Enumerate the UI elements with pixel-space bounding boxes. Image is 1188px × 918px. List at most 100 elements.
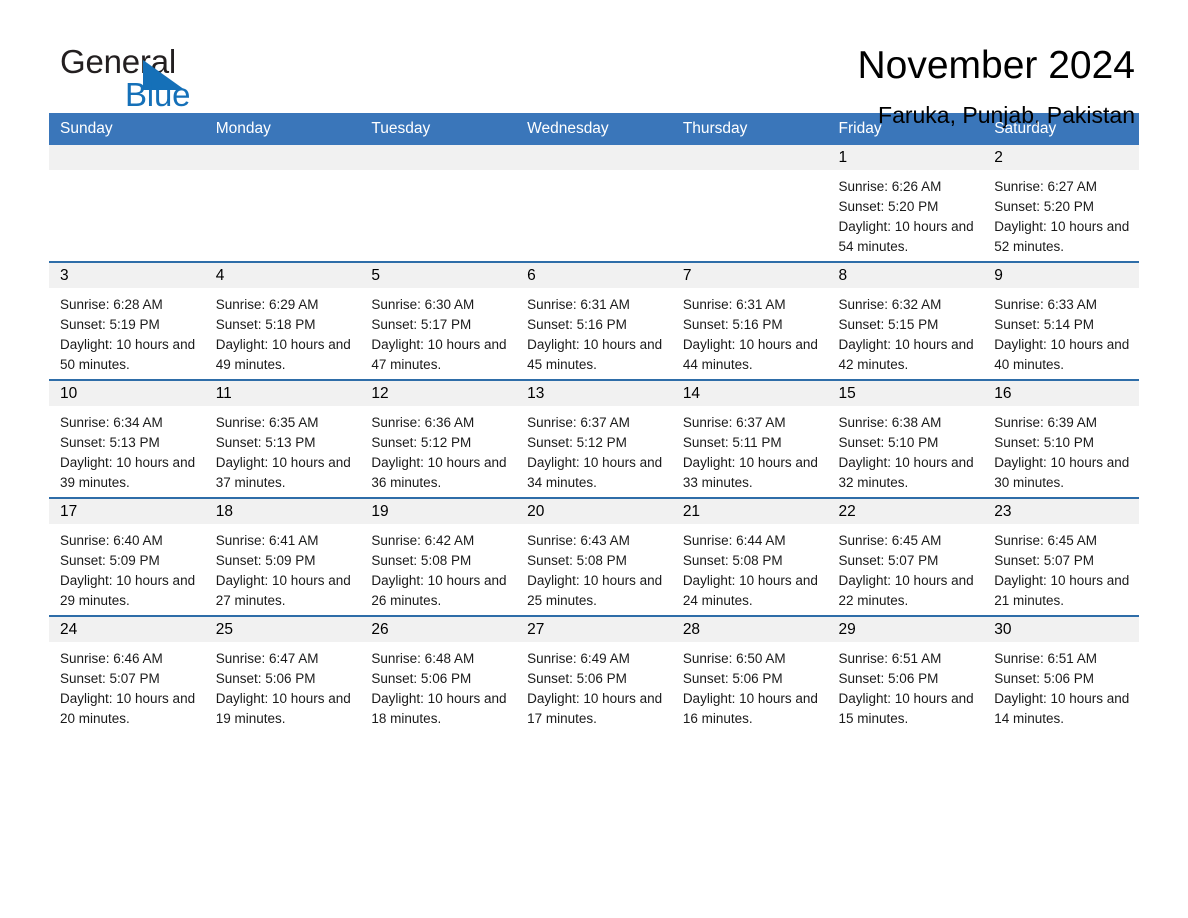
calendar-day-cell[interactable]: 6 Sunrise: 6:31 AM Sunset: 5:16 PM Daylight… [516, 261, 672, 380]
sunset-text: Sunset: 5:19 PM [60, 317, 160, 332]
sunrise-text: Sunrise: 6:40 AM [60, 533, 163, 548]
day-number: 22 [827, 499, 984, 524]
calendar-day-cell[interactable]: 3 Sunrise: 6:28 AM Sunset: 5:19 PM Daylight… [49, 261, 205, 380]
daylight-text: Daylight: 10 hours and 24 minutes. [682, 573, 818, 608]
calendar-day-cell[interactable]: 13 Sunrise: 6:37 AM Sunset: 5:12 PM Dayligh… [516, 379, 672, 498]
sunrise-text: Sunrise: 6:51 AM [838, 651, 942, 666]
day-number: 15 [827, 381, 984, 406]
calendar-day-cell[interactable]: 2 Sunrise: 6:27 AM Sunset: 5:20 PM Daylight… [983, 145, 1139, 262]
daylight-text: Daylight: 10 hours and 29 minutes. [60, 573, 196, 608]
day-details: Sunrise: 6:50 AM Sunset: 5:06 PM Daylight:… [672, 642, 828, 729]
calendar-day-cell[interactable]: 16 Sunrise: 6:39 AM Sunset: 5:10 PM Dayligh… [983, 379, 1139, 498]
page-header: General Blue November 2024 Faruka, Punja… [49, 0, 1139, 129]
sunset-text: Sunset: 5:08 PM [527, 553, 627, 568]
sunset-text: Sunset: 5:13 PM [60, 435, 160, 450]
calendar-day-cell[interactable]: 5 Sunrise: 6:30 AM Sunset: 5:17 PM Daylight… [360, 261, 517, 380]
generalblue-logo[interactable]: General Blue [49, 44, 249, 120]
day-details: Sunrise: 6:36 AM Sunset: 5:12 PM Daylight:… [360, 406, 516, 493]
daylight-text: Daylight: 10 hours and 16 minutes. [682, 691, 818, 726]
sunrise-text: Sunrise: 6:38 AM [838, 415, 942, 430]
sunrise-text: Sunrise: 6:35 AM [215, 415, 319, 430]
calendar-day-cell[interactable]: 14 Sunrise: 6:37 AM Sunset: 5:11 PM Dayligh… [671, 379, 828, 498]
daylight-text: Daylight: 10 hours and 50 minutes. [60, 337, 196, 372]
calendar-day-cell[interactable]: 25 Sunrise: 6:47 AM Sunset: 5:06 PM Dayligh… [204, 615, 361, 733]
calendar-day-cell[interactable]: 12 Sunrise: 6:36 AM Sunset: 5:12 PM Dayligh… [360, 379, 517, 498]
daylight-text: Daylight: 10 hours and 15 minutes. [838, 691, 974, 726]
daylight-text: Daylight: 10 hours and 33 minutes. [682, 455, 818, 490]
calendar-day-cell-empty [49, 145, 205, 262]
sunset-text: Sunset: 5:16 PM [682, 317, 783, 332]
day-number [204, 145, 361, 170]
day-details: Sunrise: 6:42 AM Sunset: 5:08 PM Daylight:… [360, 524, 516, 611]
sunrise-text: Sunrise: 6:43 AM [527, 533, 630, 548]
calendar-day-cell[interactable]: 23 Sunrise: 6:45 AM Sunset: 5:07 PM Dayligh… [983, 497, 1139, 616]
calendar-day-cell[interactable]: 21 Sunrise: 6:44 AM Sunset: 5:08 PM Dayligh… [671, 497, 828, 616]
day-details: Sunrise: 6:27 AM Sunset: 5:20 PM Daylight:… [983, 170, 1139, 257]
sunset-text: Sunset: 5:09 PM [215, 553, 316, 568]
day-number: 5 [360, 263, 517, 288]
day-number: 12 [360, 381, 517, 406]
calendar-day-cell[interactable]: 29 Sunrise: 6:51 AM Sunset: 5:06 PM Dayligh… [827, 615, 984, 733]
calendar-day-cell[interactable]: 4 Sunrise: 6:29 AM Sunset: 5:18 PM Daylight… [204, 261, 361, 380]
sunset-text: Sunset: 5:11 PM [682, 435, 782, 450]
daylight-text: Daylight: 10 hours and 39 minutes. [60, 455, 196, 490]
sunset-text: Sunset: 5:14 PM [994, 317, 1095, 332]
calendar-day-cell[interactable]: 17 Sunrise: 6:40 AM Sunset: 5:09 PM Dayligh… [49, 497, 205, 616]
sunrise-text: Sunrise: 6:37 AM [527, 415, 630, 430]
daylight-text: Daylight: 10 hours and 19 minutes. [215, 691, 351, 726]
day-details: Sunrise: 6:51 AM Sunset: 5:06 PM Daylight:… [983, 642, 1139, 729]
calendar-day-cell[interactable]: 7 Sunrise: 6:31 AM Sunset: 5:16 PM Daylight… [671, 261, 828, 380]
day-details: Sunrise: 6:40 AM Sunset: 5:09 PM Daylight:… [49, 524, 205, 611]
day-number: 28 [671, 617, 828, 642]
daylight-text: Daylight: 10 hours and 45 minutes. [527, 337, 663, 372]
calendar-day-cell[interactable]: 30 Sunrise: 6:51 AM Sunset: 5:06 PM Dayligh… [983, 615, 1139, 733]
calendar-day-cell-empty [204, 145, 361, 262]
sunrise-text: Sunrise: 6:45 AM [994, 533, 1098, 548]
day-details: Sunrise: 6:37 AM Sunset: 5:11 PM Daylight:… [672, 406, 828, 493]
day-details: Sunrise: 6:33 AM Sunset: 5:14 PM Daylight:… [983, 288, 1139, 375]
calendar-day-cell[interactable]: 9 Sunrise: 6:33 AM Sunset: 5:14 PM Daylight… [983, 261, 1139, 380]
day-number: 26 [360, 617, 517, 642]
daylight-text: Daylight: 10 hours and 42 minutes. [838, 337, 974, 372]
calendar-day-cell[interactable]: 27 Sunrise: 6:49 AM Sunset: 5:06 PM Dayligh… [516, 615, 672, 733]
calendar-day-cell[interactable]: 19 Sunrise: 6:42 AM Sunset: 5:08 PM Dayligh… [360, 497, 517, 616]
calendar-day-cell[interactable]: 10 Sunrise: 6:34 AM Sunset: 5:13 PM Dayligh… [49, 379, 205, 498]
day-number [49, 145, 205, 170]
calendar-day-cell[interactable]: 22 Sunrise: 6:45 AM Sunset: 5:07 PM Dayligh… [827, 497, 984, 616]
calendar-day-cell[interactable]: 1 Sunrise: 6:26 AM Sunset: 5:20 PM Daylight… [827, 145, 984, 262]
daylight-text: Daylight: 10 hours and 37 minutes. [215, 455, 351, 490]
day-number: 24 [49, 617, 205, 642]
calendar-day-cell[interactable]: 8 Sunrise: 6:32 AM Sunset: 5:15 PM Daylight… [827, 261, 984, 380]
sunrise-sunset-calendar: Sunday Monday Tuesday Wednesday Thursday… [49, 113, 1139, 733]
day-number: 6 [516, 263, 672, 288]
calendar-week-row: 1 Sunrise: 6:26 AM Sunset: 5:20 PM Daylight… [49, 145, 1139, 262]
day-details: Sunrise: 6:28 AM Sunset: 5:19 PM Daylight:… [49, 288, 205, 375]
daylight-text: Daylight: 10 hours and 27 minutes. [215, 573, 351, 608]
sunrise-text: Sunrise: 6:27 AM [994, 179, 1098, 194]
calendar-day-cell[interactable]: 20 Sunrise: 6:43 AM Sunset: 5:08 PM Dayligh… [516, 497, 672, 616]
daylight-text: Daylight: 10 hours and 36 minutes. [371, 455, 507, 490]
day-details: Sunrise: 6:43 AM Sunset: 5:08 PM Daylight:… [516, 524, 672, 611]
sunset-text: Sunset: 5:07 PM [60, 671, 160, 686]
daylight-text: Daylight: 10 hours and 17 minutes. [527, 691, 663, 726]
day-details: Sunrise: 6:45 AM Sunset: 5:07 PM Daylight:… [828, 524, 984, 611]
calendar-day-cell[interactable]: 15 Sunrise: 6:38 AM Sunset: 5:10 PM Dayligh… [827, 379, 984, 498]
daylight-text: Daylight: 10 hours and 47 minutes. [371, 337, 507, 372]
sunrise-text: Sunrise: 6:45 AM [838, 533, 942, 548]
sunrise-text: Sunrise: 6:51 AM [994, 651, 1098, 666]
day-details: Sunrise: 6:29 AM Sunset: 5:18 PM Daylight:… [205, 288, 361, 375]
sunset-text: Sunset: 5:15 PM [838, 317, 939, 332]
calendar-day-cell[interactable]: 28 Sunrise: 6:50 AM Sunset: 5:06 PM Dayligh… [671, 615, 828, 733]
sunset-text: Sunset: 5:06 PM [527, 671, 627, 686]
calendar-day-cell[interactable]: 18 Sunrise: 6:41 AM Sunset: 5:09 PM Dayligh… [204, 497, 361, 616]
day-details: Sunrise: 6:32 AM Sunset: 5:15 PM Daylight:… [828, 288, 984, 375]
day-number: 19 [360, 499, 517, 524]
sunrise-text: Sunrise: 6:46 AM [60, 651, 163, 666]
sunrise-text: Sunrise: 6:30 AM [371, 297, 475, 312]
calendar-day-cell[interactable]: 11 Sunrise: 6:35 AM Sunset: 5:13 PM Dayligh… [204, 379, 361, 498]
sunset-text: Sunset: 5:07 PM [838, 553, 939, 568]
calendar-day-cell[interactable]: 24 Sunrise: 6:46 AM Sunset: 5:07 PM Dayligh… [49, 615, 205, 733]
calendar-day-cell[interactable]: 26 Sunrise: 6:48 AM Sunset: 5:06 PM Dayligh… [360, 615, 517, 733]
calendar-day-cell-empty [360, 145, 517, 262]
daylight-text: Daylight: 10 hours and 52 minutes. [994, 219, 1130, 254]
